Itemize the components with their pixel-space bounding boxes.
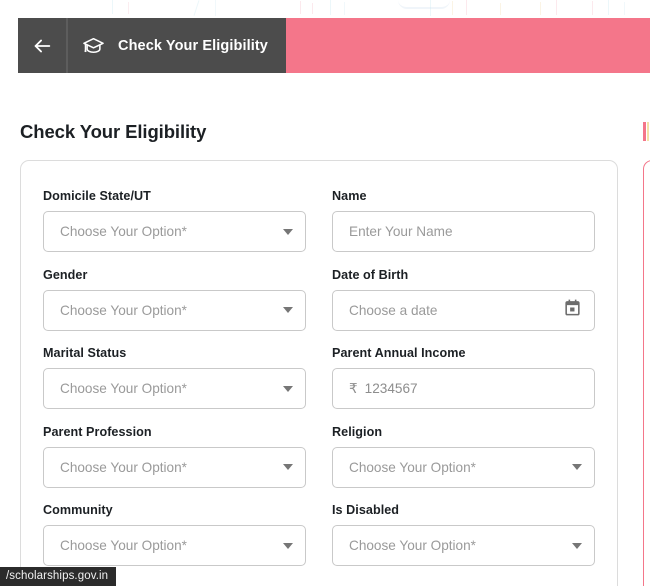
side-accent-chip-alt	[647, 122, 649, 141]
select-value: Choose Your Option*	[60, 538, 187, 553]
arrow-left-icon	[31, 35, 53, 57]
page-title: Check Your Eligibility	[20, 121, 207, 142]
form-row: Parent Profession Choose Your Option* Re…	[43, 425, 595, 488]
domicile-state-select[interactable]: Choose Your Option*	[43, 211, 306, 252]
field-religion: Religion Choose Your Option*	[332, 425, 595, 488]
chevron-down-icon	[283, 542, 293, 549]
parent-annual-income-input[interactable]: ₹ 1234567	[332, 368, 595, 409]
status-bar-url: /scholarships.gov.in	[0, 567, 117, 586]
date-of-birth-picker[interactable]: Choose a date	[332, 289, 595, 331]
marital-status-select[interactable]: Choose Your Option*	[43, 368, 306, 409]
name-input[interactable]	[349, 224, 582, 239]
form-row: Gender Choose Your Option* Date of Birth…	[43, 268, 595, 331]
field-date-of-birth: Date of Birth Choose a date	[332, 268, 595, 331]
header-title-block[interactable]: Check Your Eligibility	[68, 18, 286, 73]
religion-select[interactable]: Choose Your Option*	[332, 446, 595, 488]
select-value: Choose Your Option*	[60, 224, 187, 239]
select-value: Choose Your Option*	[60, 302, 187, 318]
field-name: Name	[332, 189, 595, 252]
field-gender: Gender Choose Your Option*	[43, 268, 306, 331]
adjacent-highlight-card	[643, 160, 650, 586]
field-label: Name	[332, 189, 367, 203]
field-domicile-state: Domicile State/UT Choose Your Option*	[43, 189, 306, 252]
field-label: Marital Status	[43, 346, 127, 360]
form-row: Domicile State/UT Choose Your Option* Na…	[43, 189, 595, 252]
select-value: Choose Your Option*	[349, 459, 476, 475]
field-marital-status: Marital Status Choose Your Option*	[43, 346, 306, 409]
income-value: 1234567	[364, 381, 418, 396]
chevron-down-icon	[283, 385, 293, 392]
chevron-down-icon	[283, 307, 293, 313]
name-input-wrap[interactable]	[332, 211, 595, 252]
field-parent-profession: Parent Profession Choose Your Option*	[43, 425, 306, 488]
header-title: Check Your Eligibility	[118, 37, 268, 54]
community-select[interactable]: Choose Your Option*	[43, 525, 306, 566]
chevron-down-icon	[283, 228, 293, 235]
back-button[interactable]	[18, 18, 66, 73]
header-accent-bar	[274, 18, 650, 73]
field-community: Community Choose Your Option*	[43, 503, 306, 566]
eligibility-form-card: Domicile State/UT Choose Your Option* Na…	[20, 160, 618, 586]
field-label: Gender	[43, 267, 88, 282]
field-label: Domicile State/UT	[43, 189, 151, 203]
field-label: Community	[43, 503, 113, 517]
field-label: Parent Profession	[43, 424, 152, 439]
field-label: Date of Birth	[332, 267, 409, 282]
parent-profession-select[interactable]: Choose Your Option*	[43, 446, 306, 488]
rupee-icon: ₹	[349, 380, 358, 396]
form-row: Community Choose Your Option* Is Disable…	[43, 503, 595, 566]
graduation-cap-icon	[82, 36, 105, 56]
select-value: Choose Your Option*	[60, 381, 187, 396]
chevron-down-icon	[572, 464, 582, 470]
side-accent-chip	[643, 122, 646, 141]
field-parent-annual-income: Parent Annual Income ₹ 1234567	[332, 346, 595, 409]
calendar-icon[interactable]	[563, 298, 582, 322]
gender-select[interactable]: Choose Your Option*	[43, 289, 306, 331]
is-disabled-select[interactable]: Choose Your Option*	[332, 525, 595, 566]
field-label: Parent Annual Income	[332, 346, 466, 360]
decorative-banner-artwork	[0, 0, 650, 18]
field-label: Is Disabled	[332, 503, 400, 517]
select-value: Choose Your Option*	[60, 459, 187, 475]
field-label: Religion	[332, 424, 383, 439]
chevron-down-icon	[283, 464, 293, 470]
form-row: Marital Status Choose Your Option* Paren…	[43, 346, 595, 409]
select-value: Choose Your Option*	[349, 538, 476, 553]
form-grid: Domicile State/UT Choose Your Option* Na…	[21, 161, 617, 566]
field-is-disabled: Is Disabled Choose Your Option*	[332, 503, 595, 566]
date-value: Choose a date	[349, 302, 438, 318]
app-header: Check Your Eligibility	[18, 18, 286, 73]
page-root: Check Your Eligibility Check Your Eligib…	[0, 0, 650, 586]
chevron-down-icon	[572, 542, 582, 549]
